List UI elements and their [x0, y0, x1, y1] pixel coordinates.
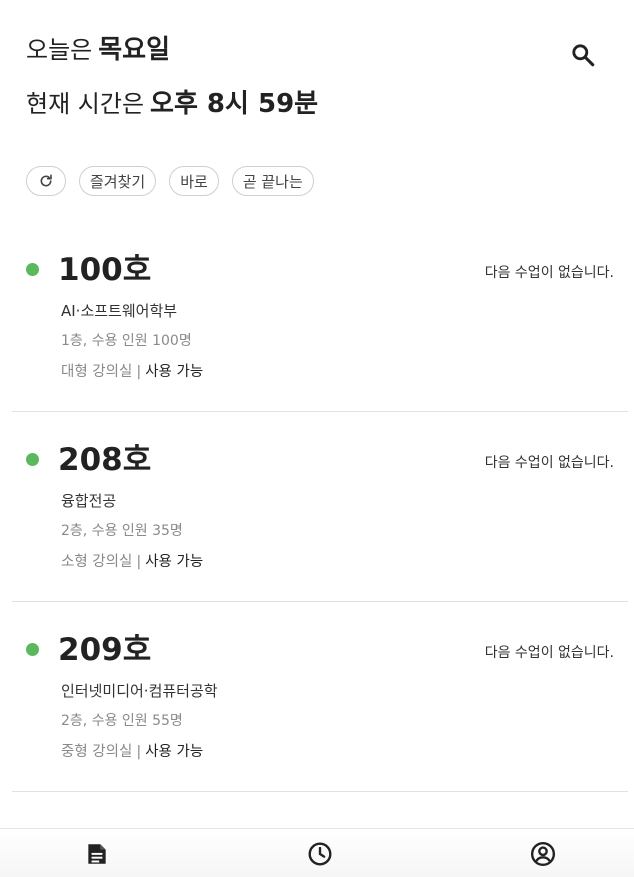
- availability-status: 사용 가능: [145, 554, 204, 570]
- status-dot: [26, 263, 39, 276]
- room-list: 100호 다음 수업이 없습니다. AI·소프트웨어학부 1층, 수용 인원 1…: [12, 222, 628, 792]
- time-heading: 현재 시간은 오후 8시 59분: [26, 84, 318, 124]
- refresh-button[interactable]: [26, 166, 66, 196]
- nav-item-schedule[interactable]: [305, 839, 335, 869]
- room-item-208[interactable]: 208호 다음 수업이 없습니다. 융합전공 2층, 수용 인원 35명 소형 …: [12, 412, 628, 602]
- capacity-info: 2층, 수용 인원 35명: [61, 523, 183, 539]
- filter-chip-ending-soon[interactable]: 곧 끝나는: [231, 166, 314, 196]
- app-screen: 오늘은 목요일 현재 시간은 오후 8시 59분 즐겨찾기 바로 곧 끝나는 100…: [0, 0, 634, 877]
- document-icon: [88, 844, 106, 864]
- status-dot: [26, 643, 39, 656]
- next-class-text: 다음 수업이 없습니다.: [484, 265, 614, 281]
- room-type-line: 중형 강의실 | 사용 가능: [61, 740, 203, 761]
- room-number: 208호: [58, 442, 152, 478]
- capacity-info: 2층, 수용 인원 55명: [61, 713, 183, 729]
- nav-item-list[interactable]: [82, 839, 112, 869]
- department-name: 인터넷미디어·컴퓨터공학: [61, 682, 218, 700]
- separator: |: [136, 744, 142, 760]
- room-type: 중형 강의실: [61, 744, 133, 760]
- room-number: 100호: [58, 252, 152, 288]
- department-name: AI·소프트웨어학부: [61, 302, 178, 320]
- day-heading: 오늘은 목요일: [26, 30, 170, 70]
- day-value: 목요일: [98, 35, 171, 65]
- next-class-text: 다음 수업이 없습니다.: [484, 455, 614, 471]
- nav-item-profile[interactable]: [528, 839, 558, 869]
- filter-chip-now[interactable]: 바로: [169, 166, 219, 196]
- refresh-icon: [40, 174, 52, 187]
- bottom-nav: [0, 828, 634, 877]
- room-item-100[interactable]: 100호 다음 수업이 없습니다. AI·소프트웨어학부 1층, 수용 인원 1…: [12, 222, 628, 412]
- separator: |: [136, 554, 142, 570]
- clock-icon: [308, 842, 332, 866]
- account-icon: [530, 841, 556, 867]
- status-dot: [26, 453, 39, 466]
- room-item-209[interactable]: 209호 다음 수업이 없습니다. 인터넷미디어·컴퓨터공학 2층, 수용 인원…: [12, 602, 628, 792]
- search-icon: [572, 44, 595, 67]
- availability-status: 사용 가능: [145, 364, 204, 380]
- filter-chips: 즐겨찾기 바로 곧 끝나는: [26, 166, 314, 196]
- room-type: 대형 강의실: [61, 364, 133, 380]
- capacity-info: 1층, 수용 인원 100명: [61, 333, 192, 349]
- search-button[interactable]: [566, 38, 600, 72]
- separator: |: [136, 364, 142, 380]
- next-class-text: 다음 수업이 없습니다.: [484, 645, 614, 661]
- room-type-line: 대형 강의실 | 사용 가능: [61, 360, 203, 381]
- availability-status: 사용 가능: [145, 744, 204, 760]
- room-type: 소형 강의실: [61, 554, 133, 570]
- time-value: 오후 8시 59분: [150, 89, 319, 119]
- room-type-line: 소형 강의실 | 사용 가능: [61, 550, 203, 571]
- day-prefix: 오늘은: [26, 36, 93, 64]
- filter-chip-favorites[interactable]: 즐겨찾기: [79, 166, 157, 196]
- department-name: 융합전공: [61, 492, 117, 510]
- time-prefix: 현재 시간은: [26, 90, 145, 118]
- room-number: 209호: [58, 632, 152, 668]
